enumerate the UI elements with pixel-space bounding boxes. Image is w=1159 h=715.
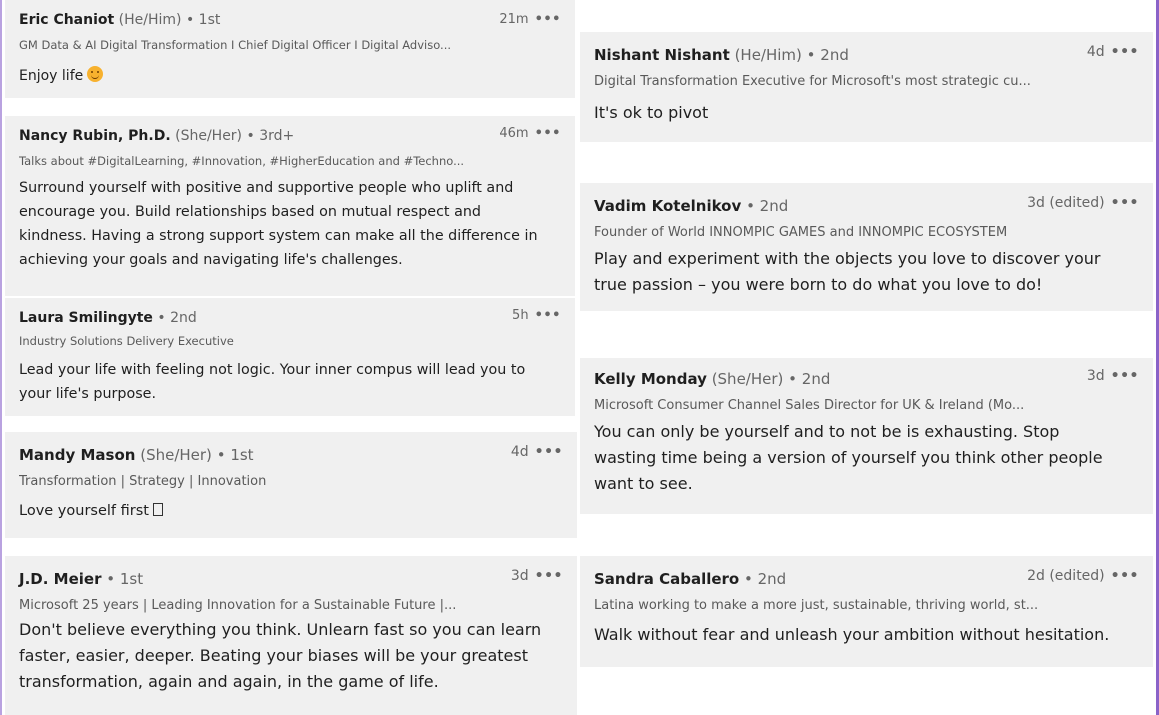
connection-degree: • 2nd <box>806 46 849 64</box>
post-card-nishant-nishant[interactable]: Nishant Nishant (He/Him) • 2nd 4d ••• Dig… <box>580 32 1153 142</box>
author-name[interactable]: J.D. Meier <box>19 570 101 588</box>
post-meta: 3d (edited) ••• <box>1027 195 1139 211</box>
pronouns: (He/Him) <box>734 46 802 64</box>
more-options-icon[interactable]: ••• <box>535 568 563 584</box>
connection-degree: • 2nd <box>746 197 789 215</box>
post-card-mandy-mason[interactable]: Mandy Mason (She/Her) • 1st 4d ••• Transf… <box>5 432 577 538</box>
connection-degree: • 2nd <box>157 310 197 326</box>
connection-degree: • 2nd <box>744 570 787 588</box>
post-message: Surround yourself with positive and supp… <box>19 180 538 268</box>
pronouns: (She/Her) <box>175 128 243 144</box>
author-name[interactable]: Vadim Kotelnikov <box>594 197 741 215</box>
pronouns: (She/Her) <box>140 446 212 464</box>
post-message: Enjoy life <box>19 66 561 84</box>
more-options-icon[interactable]: ••• <box>535 308 561 323</box>
post-card-jd-meier[interactable]: J.D. Meier • 1st 3d ••• Microsoft 25 year… <box>5 556 577 715</box>
timestamp: 46m <box>499 126 529 141</box>
timestamp: 2d (edited) <box>1027 568 1105 584</box>
author-tagline: GM Data & AI Digital Transformation I Ch… <box>19 38 452 52</box>
author-name[interactable]: Mandy Mason <box>19 446 135 464</box>
post-meta: 2d (edited) ••• <box>1027 568 1139 584</box>
unsupported-glyph-icon <box>152 503 163 516</box>
post-meta: 4d ••• <box>1087 44 1139 60</box>
post-message: Love yourself first <box>19 503 563 519</box>
connection-degree: • 1st <box>185 12 221 28</box>
author-name[interactable]: Eric Chaniot <box>19 12 114 28</box>
author-name[interactable]: Sandra Caballero <box>594 570 739 588</box>
more-options-icon[interactable]: ••• <box>1111 195 1139 211</box>
timestamp: 3d <box>510 568 529 584</box>
post-meta: 21m ••• <box>499 12 561 27</box>
window-border-left <box>0 0 2 715</box>
author-name[interactable]: Laura Smilingyte <box>19 310 153 326</box>
timestamp: 3d <box>1086 368 1105 384</box>
timestamp: 4d <box>510 444 529 460</box>
more-options-icon[interactable]: ••• <box>535 12 561 27</box>
post-card-vadim-kotelnikov[interactable]: Vadim Kotelnikov • 2nd 3d (edited) ••• Fo… <box>580 183 1153 311</box>
more-options-icon[interactable]: ••• <box>535 126 561 141</box>
post-meta: 4d ••• <box>511 444 563 460</box>
connection-degree: • 3rd+ <box>246 128 295 144</box>
more-options-icon[interactable]: ••• <box>535 444 563 460</box>
post-message: Lead your life with feeling not logic. Y… <box>19 362 526 402</box>
author-name[interactable]: Nishant Nishant <box>594 46 730 64</box>
more-options-icon[interactable]: ••• <box>1111 368 1139 384</box>
timestamp: 3d (edited) <box>1027 195 1105 211</box>
post-card-nancy-rubin[interactable]: Nancy Rubin, Ph.D. (She/Her) • 3rd+ 46m •… <box>5 116 575 296</box>
connection-degree: • 1st <box>106 570 144 588</box>
post-message: You can only be yourself and to not be i… <box>594 422 1103 493</box>
author-name[interactable]: Kelly Monday <box>594 370 707 388</box>
post-message: It's ok to pivot <box>594 103 709 122</box>
timestamp: 4d <box>1086 44 1105 60</box>
connection-degree: • 1st <box>216 446 254 464</box>
author-tagline: Latina working to make a more just, sust… <box>594 598 1039 613</box>
post-message: Play and experiment with the objects you… <box>594 249 1101 294</box>
pronouns: (He/Him) <box>118 12 182 28</box>
post-meta: 5h ••• <box>512 308 561 323</box>
pronouns: (She/Her) <box>711 370 784 388</box>
post-message: Don't believe everything you think. Unle… <box>19 620 542 691</box>
post-meta: 46m ••• <box>499 126 561 141</box>
post-card-eric-chaniot[interactable]: Eric Chaniot (He/Him) • 1st 21m ••• GM Da… <box>5 0 575 98</box>
post-card-sandra-caballero[interactable]: Sandra Caballero • 2nd 2d (edited) ••• La… <box>580 556 1153 667</box>
post-message: Walk without fear and unleash your ambit… <box>594 625 1110 644</box>
author-name[interactable]: Nancy Rubin, Ph.D. <box>19 128 171 144</box>
post-card-laura-smilingyte[interactable]: Laura Smilingyte • 2nd 5h ••• Industry So… <box>5 298 575 416</box>
more-options-icon[interactable]: ••• <box>1111 44 1139 60</box>
author-tagline: Talks about #DigitalLearning, #Innovatio… <box>19 154 465 168</box>
post-meta: 3d ••• <box>511 568 563 584</box>
timestamp: 5h <box>512 308 529 323</box>
timestamp: 21m <box>499 12 529 27</box>
post-card-kelly-monday[interactable]: Kelly Monday (She/Her) • 2nd 3d ••• Micro… <box>580 358 1153 514</box>
smiling-face-icon <box>87 66 104 82</box>
post-meta: 3d ••• <box>1087 368 1139 384</box>
more-options-icon[interactable]: ••• <box>1111 568 1139 584</box>
connection-degree: • 2nd <box>788 370 831 388</box>
